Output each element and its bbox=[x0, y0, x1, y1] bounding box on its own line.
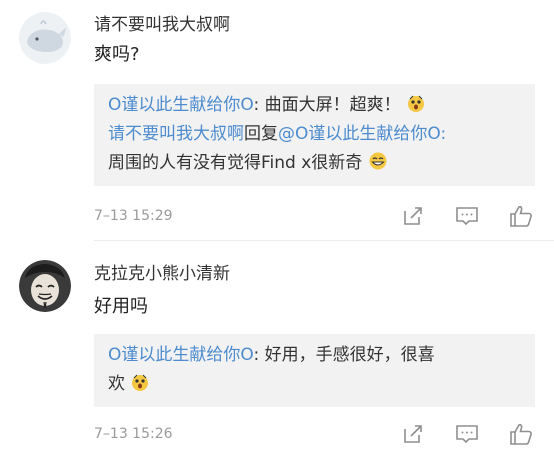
comment-time: 7–13 15:26 bbox=[94, 426, 173, 442]
like-icon[interactable] bbox=[508, 203, 534, 229]
comment-text: 爽吗? bbox=[94, 44, 140, 65]
grin-emoji-icon bbox=[369, 152, 387, 170]
reply-text: 欢 bbox=[108, 374, 125, 394]
shocked-emoji-icon bbox=[132, 374, 149, 391]
avatar[interactable] bbox=[19, 12, 71, 64]
reply-line: O谨以此生献给你O: 曲面大屏！超爽！ bbox=[108, 91, 521, 120]
reply-text: : 好用，手感很好，很喜 bbox=[253, 345, 435, 365]
reply-line: 欢 bbox=[108, 370, 521, 399]
share-icon[interactable] bbox=[400, 203, 426, 229]
comment-icon[interactable] bbox=[454, 421, 480, 447]
whale-avatar-icon bbox=[19, 12, 71, 64]
comment-item: 请不要叫我大叔啊 爽吗? O谨以此生献给你O: 曲面大屏！超爽！ 请不要叫我大叔… bbox=[0, 0, 554, 240]
reply-text: 周围的人有没有觉得Find x很新奇 bbox=[108, 153, 363, 173]
reply-line: O谨以此生献给你O: 好用，手感很好，很喜 bbox=[108, 341, 521, 370]
reply-box[interactable]: O谨以此生献给你O: 好用，手感很好，很喜 欢 bbox=[94, 334, 535, 407]
shocked-emoji-icon bbox=[408, 95, 425, 112]
reply-text: 回复 bbox=[244, 124, 278, 144]
comment-actions bbox=[400, 421, 534, 447]
comment-actions bbox=[400, 203, 534, 229]
mask-avatar-icon bbox=[19, 260, 71, 312]
reply-mention-link[interactable]: @O谨以此生献给你O bbox=[278, 124, 440, 144]
reply-text: : 曲面大屏！超爽！ bbox=[253, 95, 401, 115]
comment-text: 好用吗 bbox=[94, 296, 148, 317]
reply-line: 周围的人有没有觉得Find x很新奇 bbox=[108, 149, 521, 178]
share-icon[interactable] bbox=[400, 421, 426, 447]
comment-author[interactable]: 克拉克小熊小清新 bbox=[94, 259, 230, 284]
comment-item: 克拉克小熊小清新 好用吗 O谨以此生献给你O: 好用，手感很好，很喜 欢 7–1… bbox=[0, 241, 554, 457]
comment-author[interactable]: 请不要叫我大叔啊 bbox=[94, 10, 230, 35]
avatar[interactable] bbox=[19, 260, 71, 312]
comment-time: 7–13 15:29 bbox=[94, 208, 173, 224]
reply-text: : bbox=[440, 124, 447, 144]
reply-user-link[interactable]: O谨以此生献给你O bbox=[108, 95, 253, 115]
reply-user-link[interactable]: 请不要叫我大叔啊 bbox=[108, 124, 244, 144]
reply-box[interactable]: O谨以此生献给你O: 曲面大屏！超爽！ 请不要叫我大叔啊回复@O谨以此生献给你O… bbox=[94, 84, 535, 186]
reply-user-link[interactable]: O谨以此生献给你O bbox=[108, 345, 253, 365]
like-icon[interactable] bbox=[508, 421, 534, 447]
reply-line: 请不要叫我大叔啊回复@O谨以此生献给你O: bbox=[108, 120, 521, 149]
comment-icon[interactable] bbox=[454, 203, 480, 229]
